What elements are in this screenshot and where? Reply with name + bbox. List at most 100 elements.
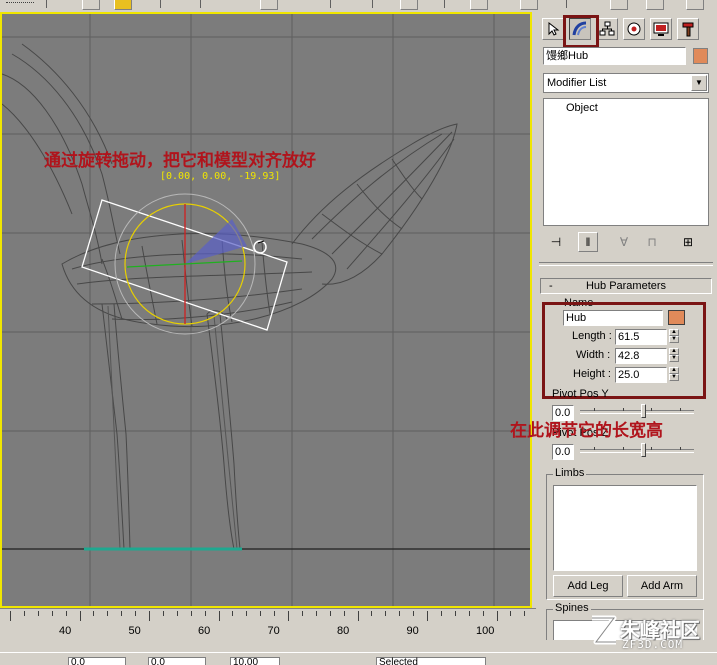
- timeline-tick-mark: [218, 611, 220, 621]
- timeline-tick-mark: [107, 611, 109, 616]
- timeline-tick-mark: [65, 611, 67, 616]
- hammer-icon: [682, 22, 694, 37]
- timeline-tick-mark: [10, 611, 11, 621]
- timeline-tick-mark: [496, 611, 498, 621]
- configure-modifier-sets-icon[interactable]: ⊞: [678, 232, 698, 252]
- modifier-list-label: Modifier List: [547, 77, 607, 89]
- timeline-tick-mark: [385, 611, 387, 616]
- hierarchy-icon: [599, 21, 615, 36]
- toolbar-dotted-field: [6, 2, 34, 5]
- toolbar-separator: [330, 0, 331, 8]
- panel-divider: [539, 262, 713, 266]
- timeline-tick-mark: [121, 611, 123, 616]
- pin-stack-icon[interactable]: ⊣: [546, 232, 566, 252]
- tab-utilities[interactable]: [677, 18, 699, 40]
- toolbar-select-button[interactable]: [114, 0, 132, 10]
- timeline-tick-mark: [440, 611, 442, 616]
- toolbar-button[interactable]: [260, 0, 278, 10]
- tab-monitor[interactable]: [650, 18, 672, 40]
- timeline-tick-label: 90: [406, 625, 419, 637]
- crane-wireframe-model: [2, 43, 458, 550]
- remove-modifier-icon[interactable]: ⊓: [642, 232, 662, 252]
- stack-item-object[interactable]: Object: [566, 102, 598, 114]
- pivot-z-slider-knob[interactable]: [641, 443, 646, 457]
- spines-group-label: Spines: [553, 602, 591, 614]
- timeline-tick-mark: [232, 611, 234, 616]
- toolbar-button[interactable]: [610, 0, 628, 10]
- cursor-arrow-icon: [548, 22, 560, 36]
- timeline-tick-mark: [51, 611, 53, 616]
- add-leg-button[interactable]: Add Leg: [553, 575, 623, 597]
- timeline-tick-mark: [510, 611, 512, 616]
- timeline-tick-mark: [468, 611, 470, 616]
- timeline-tick-label: 40: [59, 625, 72, 637]
- limbs-group-label: Limbs: [553, 467, 587, 479]
- timeline-tick-mark: [246, 611, 248, 616]
- zf3d-watermark: 朱峰社区 ZF3D.COM: [588, 612, 716, 652]
- command-panel-tabs: [536, 14, 717, 48]
- toolbar-button[interactable]: [646, 0, 664, 10]
- timeline-tick-mark: [204, 611, 206, 616]
- timeline-tick-label: 100: [476, 625, 495, 637]
- object-color-swatch[interactable]: [693, 48, 708, 64]
- timeline-tick-mark: [357, 611, 359, 621]
- toolbar-separator: [566, 0, 567, 8]
- timeline-tick-mark: [413, 611, 415, 616]
- timeline-tick-label: 80: [337, 625, 350, 637]
- toolbar-button[interactable]: [400, 0, 418, 10]
- hub-parameters-rollout-header[interactable]: Hub Parameters -: [540, 278, 712, 294]
- modifier-stack[interactable]: Object: [543, 98, 709, 226]
- limbs-list[interactable]: [553, 485, 697, 571]
- show-end-result-icon[interactable]: ‖: [578, 232, 598, 252]
- timeline-tick-label: 50: [128, 625, 141, 637]
- tab-hierarchy[interactable]: [596, 18, 618, 40]
- command-panel: 馒鄉Hub Modifier List ▼ Object ⊣ ‖ ∀ ⊓ ⊞ H…: [536, 12, 717, 640]
- object-name-field[interactable]: 馒鄉Hub: [543, 47, 686, 65]
- timeline-tick-mark: [329, 611, 331, 616]
- timeline-tick-mark: [315, 611, 317, 616]
- toolbar-button[interactable]: [82, 0, 100, 10]
- perspective-viewport[interactable]: [0.00, 0.00, -19.93]: [0, 12, 532, 608]
- collapse-icon[interactable]: -: [549, 279, 553, 293]
- rotation-coordinate-readout: [0.00, 0.00, -19.93]: [160, 171, 281, 182]
- toolbar-separator: [444, 0, 445, 8]
- timeline-tick-mark: [482, 611, 484, 616]
- tab-create[interactable]: [542, 18, 564, 40]
- timeline-tick-mark: [288, 611, 289, 621]
- toolbar-separator: [46, 0, 47, 8]
- timeline-tick-mark: [190, 611, 192, 616]
- toolbar-button[interactable]: [686, 0, 704, 10]
- viewport-grid: [2, 14, 530, 606]
- monitor-icon: [653, 22, 669, 36]
- timeline-tick-mark: [260, 611, 262, 616]
- pivot-z-slider[interactable]: [580, 443, 694, 458]
- rotate-instruction-annotation: 通过旋转拖动，把它和模型对齐放好: [44, 151, 316, 171]
- display-icon: [627, 22, 641, 36]
- toolbar-separator: [160, 0, 161, 8]
- status-bar: 0.0 0.0 10.00 Selected: [0, 652, 717, 665]
- timeline-tick-mark: [524, 611, 526, 616]
- rotate-gizmo-angle-wedge: [185, 219, 247, 264]
- stack-toolbar: ⊣ ‖ ∀ ⊓ ⊞: [546, 232, 711, 254]
- toolbar-button[interactable]: [520, 0, 538, 10]
- modifier-list-dropdown[interactable]: Modifier List ▼: [543, 73, 709, 93]
- viewport-canvas: [2, 14, 530, 606]
- timeline-tick-mark: [162, 611, 164, 616]
- toolbar-separator: [372, 0, 373, 8]
- make-unique-icon[interactable]: ∀: [614, 232, 634, 252]
- size-parameters-highlight: [542, 302, 706, 399]
- timeline-tick-mark: [454, 611, 456, 616]
- dropdown-arrow-icon[interactable]: ▼: [691, 75, 707, 91]
- time-slider-track[interactable]: 40 50 60 70 80 90 100: [0, 608, 536, 640]
- timeline-tick-mark: [149, 611, 150, 621]
- timeline-tick-mark: [399, 611, 401, 616]
- motion-tab-highlight: [563, 15, 599, 48]
- add-arm-button[interactable]: Add Arm: [627, 575, 697, 597]
- timeline-tick-mark: [135, 611, 137, 616]
- tab-display[interactable]: [623, 18, 645, 40]
- pivot-z-input[interactable]: 0.0: [552, 444, 574, 460]
- timeline-tick-mark: [343, 611, 345, 616]
- watermark-url: ZF3D.COM: [622, 638, 683, 651]
- toolbar-button[interactable]: [470, 0, 488, 10]
- timeline-tick-label: 60: [198, 625, 211, 637]
